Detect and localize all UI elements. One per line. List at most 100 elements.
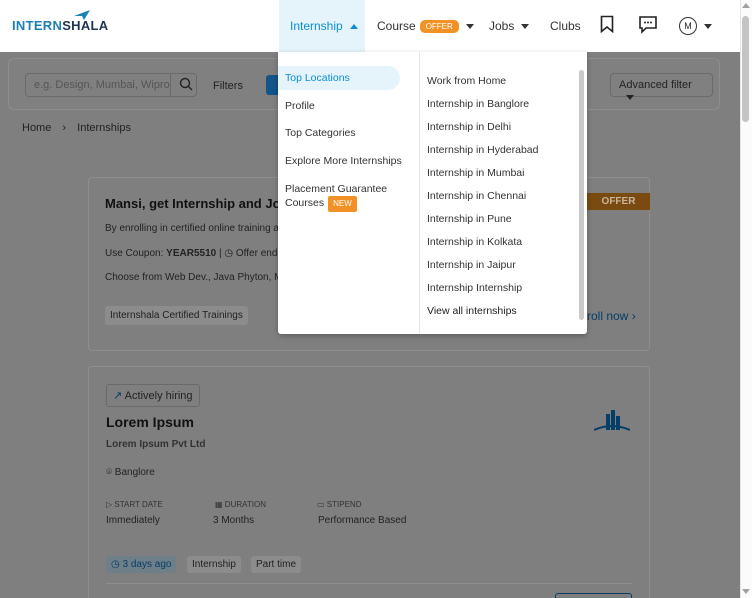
chevron-right-icon: › [62,122,67,134]
promo-title: Mansi, get Internship and Jo [105,196,281,211]
search-divider [170,73,171,97]
logo-text-intern: INTERN [12,18,63,33]
actively-hiring-badge: ↗ Actively hiring [106,384,200,407]
dropdown-categories: Top Locations Profile Top Categories Exp… [278,52,420,334]
posted-time-chip: ◷ 3 days ago [106,556,177,573]
money-icon: ▭ [317,500,325,509]
location: ⌾ Banglore [106,467,155,478]
profile-menu[interactable]: M [679,17,712,35]
link-internship-kolkata[interactable]: Internship in Kolkata [427,236,522,248]
link-internship-chennai[interactable]: Internship in Chennai [427,190,526,202]
caret-up-icon [349,23,358,29]
search-icon[interactable] [179,77,193,96]
chat-icon[interactable] [638,15,658,39]
company-logo-icon [593,408,631,437]
placement-label-line2: Courses [285,197,325,209]
promo-courses: Choose from Web Dev., Java Phyton, M [105,272,283,283]
offer-ribbon: OFFER [587,193,650,210]
top-header: INTERNSHALA Internship Course OFFER Jobs… [0,0,740,52]
nav-course[interactable]: Course OFFER [377,0,474,52]
view-details-button[interactable] [555,593,632,598]
promo-coupon: Use Coupon: YEAR5510 | ◷ Offer ends [105,248,282,259]
coupon-label: Use Coupon: [105,248,164,259]
stipend-header: ▭ STIPEND [317,500,361,509]
dropdown-scrollbar[interactable] [579,70,584,320]
chevron-right-icon: › [631,309,636,323]
search-placeholder: e.g. Design, Mumbai, Wipro [34,79,170,91]
scrollbar-thumb[interactable] [742,16,749,122]
scroll-up-arrow-icon[interactable] [742,3,750,8]
link-internship-jaipur[interactable]: Internship in Jaipur [427,259,516,271]
offer-ends-text: Offer ends [235,248,283,259]
paper-plane-icon [74,10,90,20]
link-internship-hyderabad[interactable]: Internship in Hyderabad [427,144,539,156]
clock-icon: ◷ [224,248,234,259]
advanced-filter-label: Advanced filter [619,79,692,91]
start-date-header: ▷ START DATE [106,500,163,509]
breadcrumb-home[interactable]: Home [22,122,51,134]
category-placement-guarantee[interactable]: Placement Guarantee Courses NEW [285,182,387,212]
caret-down-icon [626,95,634,100]
category-top-locations[interactable]: Top Locations [278,66,400,90]
nav-clubs[interactable]: Clubs [550,0,581,52]
link-work-from-home[interactable]: Work from Home [427,75,506,87]
certified-trainings-tag: Internshala Certified Trainings [105,306,248,325]
job-type-chip: Internship [187,556,241,573]
internshala-logo[interactable]: INTERNSHALA [12,10,109,33]
start-date-label: START DATE [114,500,163,509]
internship-title[interactable]: Lorem Ipsum [106,414,194,430]
nav-clubs-label: Clubs [550,19,581,33]
category-explore-more[interactable]: Explore More Internships [285,155,402,167]
link-internship-pune[interactable]: Internship in Pune [427,213,512,225]
breadcrumb: Home › Internships [22,122,139,134]
duration-header: ▦ DURATION [215,500,266,509]
map-pin-icon: ⌾ [106,467,112,478]
logo-text-shala: SHALA [62,18,109,33]
calendar-icon: ▦ [215,500,223,509]
filters-button[interactable]: Filters [213,80,243,92]
bookmark-icon[interactable] [600,15,614,38]
nav-course-label: Course [377,19,416,33]
schedule-chip: Part time [251,556,302,573]
internship-dropdown-menu: Top Locations Profile Top Categories Exp… [278,52,587,334]
new-badge: NEW [328,196,357,212]
coupon-code: YEAR5510 [166,248,217,259]
play-circle-icon: ▷ [106,500,113,509]
location-label[interactable]: Banglore [115,467,155,478]
company-name[interactable]: Lorem Ipsum Pvt Ltd [106,439,205,450]
nav-jobs-label: Jobs [489,19,515,33]
search-input[interactable]: e.g. Design, Mumbai, Wipro [25,73,197,97]
nav-internship-label: Internship [290,19,343,33]
offer-badge: OFFER [419,19,459,33]
scroll-down-arrow-icon[interactable] [742,589,750,594]
link-internship-delhi[interactable]: Internship in Delhi [427,121,511,133]
category-top-categories[interactable]: Top Categories [285,127,356,139]
posted-time-label: 3 days ago [122,559,172,570]
stipend-value: Performance Based [318,515,407,526]
link-view-all-internships[interactable]: View all internships [427,305,517,317]
card-divider [106,583,632,584]
caret-down-icon [521,23,530,29]
caret-down-icon [704,23,712,29]
duration-value: 3 Months [213,515,255,526]
enroll-now-link[interactable]: roll now › [587,309,636,323]
link-internship-internship[interactable]: Internship Internship [427,282,522,294]
nav-jobs[interactable]: Jobs [489,0,530,52]
enroll-now-label: roll now [587,309,629,323]
clock-icon: ◷ [111,559,120,570]
stipend-label: STIPEND [326,500,362,509]
category-profile[interactable]: Profile [285,100,315,112]
nav-internship[interactable]: Internship [279,0,365,52]
actively-hiring-label: Actively hiring [124,390,193,402]
avatar: M [679,17,697,35]
link-internship-banglore[interactable]: Internship in Banglore [427,98,529,110]
separator: | [218,248,222,259]
caret-down-icon [465,23,474,29]
breadcrumb-current: Internships [77,122,131,134]
advanced-filter-button[interactable]: Advanced filter [610,73,713,100]
placement-label-line1: Placement Guarantee [285,183,388,195]
duration-label: DURATION [224,500,266,509]
trending-up-icon: ↗ [113,390,123,402]
link-internship-mumbai[interactable]: Internship in Mumbai [427,167,524,179]
start-date-value: Immediately [106,515,160,526]
